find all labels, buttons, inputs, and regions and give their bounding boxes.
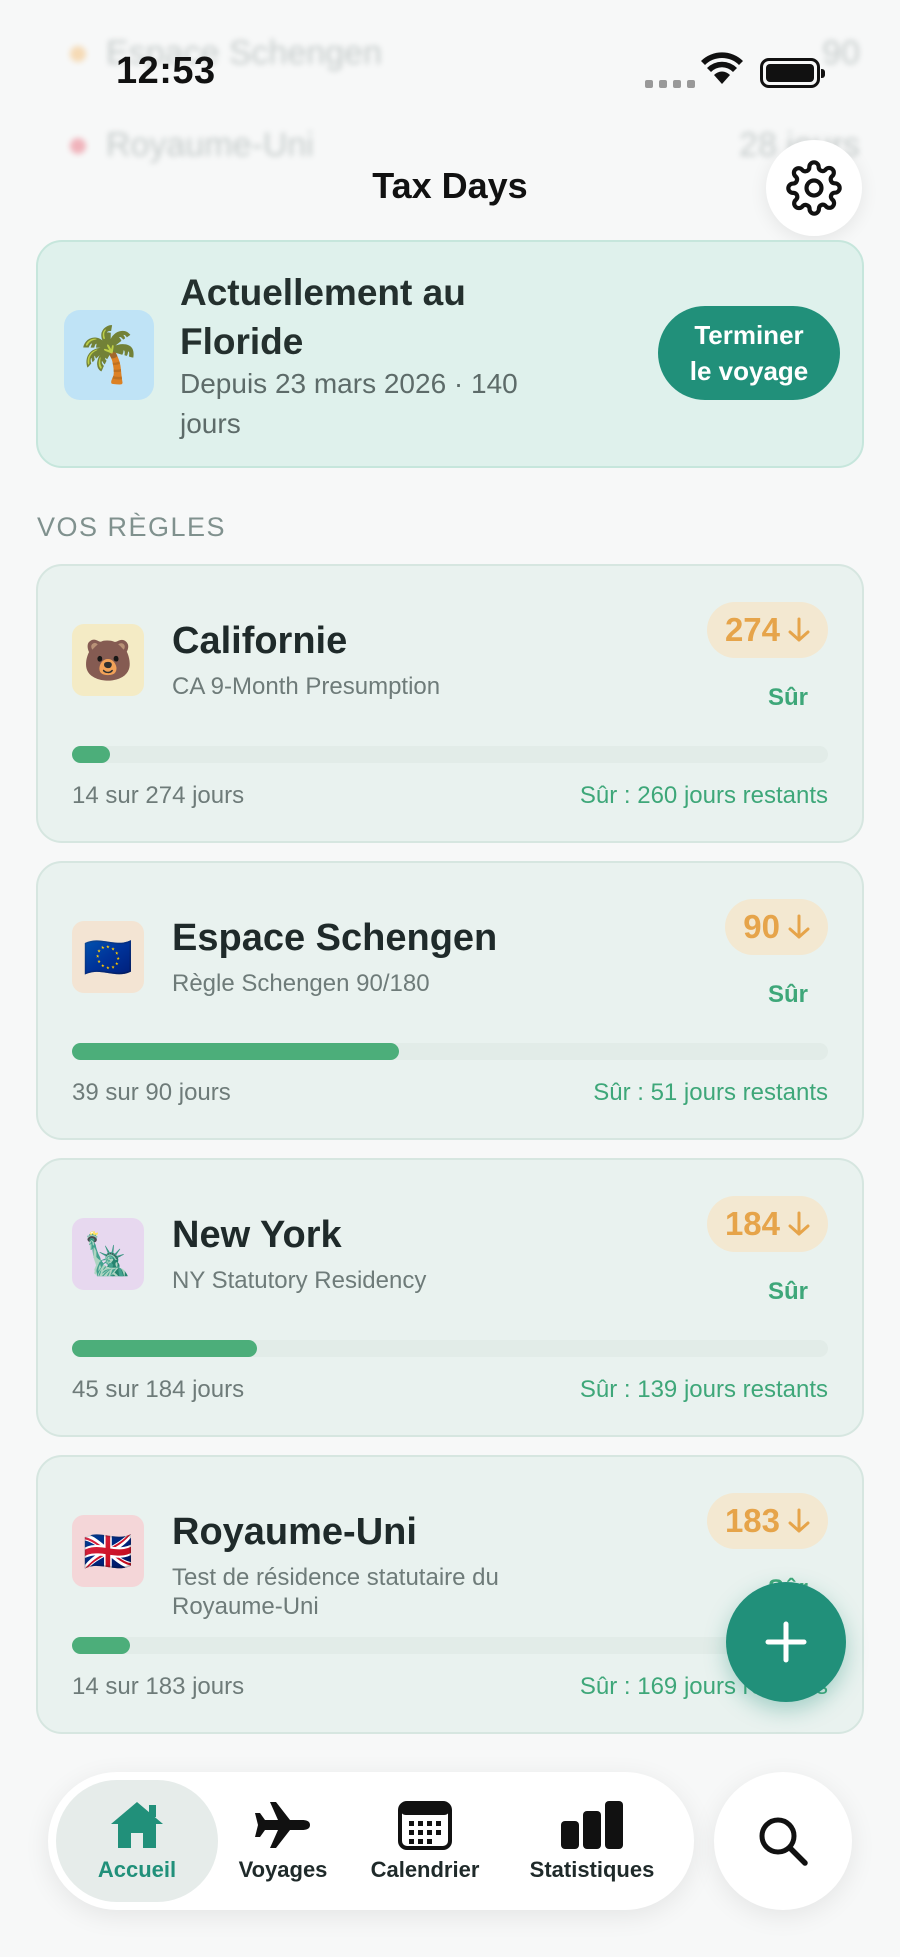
plus-icon [765, 1621, 807, 1663]
rule-card[interactable]: 🐻 Californie CA 9-Month Presumption 274 Sûr 1… [36, 564, 864, 843]
days-remaining: Sûr : 51 jours restants [593, 1079, 828, 1106]
settings-button[interactable] [766, 140, 862, 236]
search-button[interactable] [714, 1772, 852, 1910]
days-count: 39 sur 90 jours [72, 1079, 231, 1106]
status-label: Sûr [767, 981, 808, 1008]
arrow-down-icon [788, 617, 810, 642]
rule-card[interactable]: 🇪🇺 Espace Schengen Règle Schengen 90/180 90… [36, 861, 864, 1140]
limit-badge: 274 [706, 602, 828, 658]
progress-fill [72, 746, 110, 763]
rule-card[interactable]: 🇬🇧 Royaume-Uni Test de résidence statutair… [36, 1455, 864, 1734]
battery-icon [760, 58, 825, 88]
days-count: 14 sur 274 jours [72, 782, 245, 809]
progress-bar [72, 1340, 828, 1357]
airplane-icon [255, 1802, 310, 1848]
end-trip-button[interactable]: Terminer le voyage [658, 306, 840, 400]
tab-label: Accueil [97, 1857, 177, 1882]
page-title: Tax Days [372, 165, 528, 206]
tab-statistiques[interactable]: Statistiques [504, 1780, 680, 1902]
calendar-icon [398, 1801, 452, 1850]
add-trip-button[interactable] [726, 1582, 846, 1702]
limit-value: 184 [724, 1205, 780, 1242]
current-trip-title: Actuellement au Floride [180, 272, 466, 362]
rule-description: Règle Schengen 90/180 [172, 970, 430, 997]
rule-icon: 🗽 [72, 1218, 144, 1290]
limit-badge: 183 [706, 1493, 828, 1549]
days-count: 14 sur 183 jours [72, 1673, 245, 1700]
days-count: 45 sur 184 jours [72, 1376, 245, 1403]
progress-fill [72, 1637, 131, 1654]
limit-value: 90 [743, 908, 780, 945]
progress-bar [72, 1043, 828, 1060]
status-time: 12:53 [116, 50, 216, 92]
rule-name: Californie [172, 620, 348, 662]
progress-bar [72, 1637, 828, 1654]
tab-accueil[interactable]: Accueil [56, 1780, 218, 1902]
progress-bar [72, 746, 828, 763]
rule-description: NY Statutory Residency [172, 1267, 427, 1294]
palm-tree-icon: 🌴 [64, 310, 154, 400]
rule-icon: 🇪🇺 [72, 921, 144, 993]
progress-fill [72, 1043, 400, 1060]
rule-card[interactable]: 🗽 New York NY Statutory Residency 184 Sûr 45 … [36, 1158, 864, 1437]
arrow-down-icon [788, 914, 810, 939]
tab-bar: Accueil Voyages Calendrier Statistiques [48, 1772, 694, 1910]
days-remaining: Sûr : 139 jours restants [579, 1376, 828, 1403]
rules-section-title: VOS RÈGLES [37, 512, 227, 542]
cellular-signal-icon [645, 80, 695, 88]
arrow-down-icon [788, 1508, 810, 1533]
rule-name: Espace Schengen [172, 917, 498, 959]
progress-fill [72, 1340, 258, 1357]
gear-icon [786, 160, 842, 216]
tab-label: Statistiques [529, 1857, 655, 1882]
tab-calendrier[interactable]: Calendrier [350, 1780, 500, 1902]
current-trip-card[interactable]: 🌴 Actuellement au Floride Depuis 23 mars… [36, 240, 864, 468]
status-label: Sûr [767, 1278, 808, 1305]
status-label: Sûr [767, 684, 808, 711]
bar-chart-icon [561, 1801, 623, 1849]
rule-icon: 🇬🇧 [72, 1515, 144, 1587]
search-icon [759, 1817, 808, 1866]
limit-badge: 184 [706, 1196, 828, 1252]
days-remaining: Sûr : 260 jours restants [579, 782, 828, 809]
limit-badge: 90 [725, 899, 828, 955]
rule-description: Test de résidence statutaire du Royaume-… [172, 1564, 499, 1620]
limit-value: 183 [724, 1502, 780, 1539]
current-trip-subtitle: Depuis 23 mars 2026 · 140 jours [180, 368, 518, 439]
status-bar: 12:53 [0, 0, 900, 140]
wifi-icon [701, 52, 743, 84]
home-icon [111, 1802, 163, 1848]
tab-label: Voyages [238, 1857, 328, 1882]
rule-name: Royaume-Uni [172, 1511, 417, 1553]
rule-description: CA 9-Month Presumption [172, 673, 441, 700]
rule-icon: 🐻 [72, 624, 144, 696]
limit-value: 274 [724, 611, 780, 648]
tab-label: Calendrier [370, 1857, 480, 1882]
tab-voyages[interactable]: Voyages [218, 1780, 348, 1902]
arrow-down-icon [788, 1211, 810, 1236]
rule-name: New York [172, 1214, 342, 1256]
